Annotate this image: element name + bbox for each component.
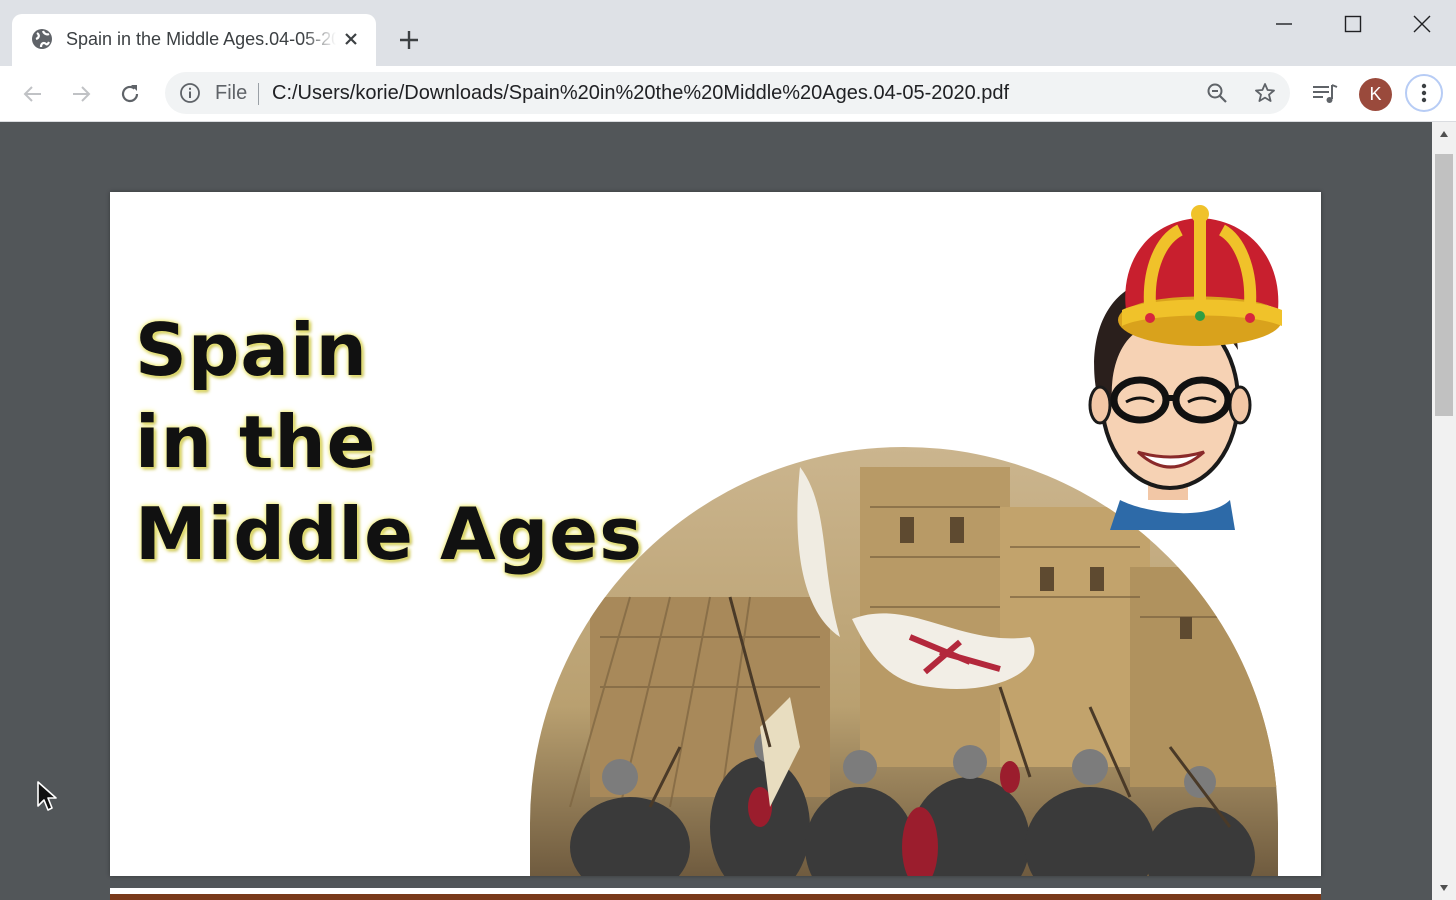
back-button[interactable] [17, 78, 49, 110]
media-control-icon[interactable] [1310, 79, 1340, 109]
profile-avatar[interactable]: K [1359, 78, 1392, 111]
url-text[interactable]: C:/Users/korie/Downloads/Spain%20in%20th… [272, 82, 1009, 104]
maximize-icon [1344, 15, 1362, 33]
window-close-button[interactable] [1406, 8, 1438, 40]
scroll-up-arrow-icon[interactable] [1432, 122, 1456, 146]
window-close-icon [1413, 15, 1431, 33]
zoom-icon[interactable] [1205, 81, 1229, 105]
crowned-avatar-illustration [1088, 205, 1282, 530]
star-icon[interactable] [1253, 81, 1277, 105]
globe-icon [31, 28, 53, 50]
forward-button[interactable] [65, 78, 97, 110]
scrollbar-thumb[interactable] [1435, 154, 1453, 416]
plus-icon [400, 31, 418, 49]
pdf-page-2 [110, 888, 1321, 900]
info-icon[interactable] [179, 82, 201, 104]
pdf-viewer[interactable]: Spain in the Middle Ages [0, 122, 1432, 900]
tab-active[interactable]: Spain in the Middle Ages.04-05-2020.pdf [12, 14, 376, 66]
slide-title-line-1: Spain [135, 308, 368, 392]
tab-strip: Spain in the Middle Ages.04-05-2020.pdf [0, 0, 1456, 66]
close-icon[interactable] [340, 28, 362, 50]
browser-toolbar: File C:/Users/korie/Downloads/Spain%20in… [0, 66, 1456, 122]
maximize-button[interactable] [1337, 8, 1369, 40]
kebab-menu-icon[interactable] [1405, 74, 1443, 112]
url-scheme: File [215, 82, 248, 104]
pdf-page-1: Spain in the Middle Ages [110, 192, 1321, 876]
new-tab-button[interactable] [396, 27, 422, 53]
tab-title: Spain in the Middle Ages.04-05-2020.pdf [66, 29, 336, 49]
back-arrow-icon [23, 86, 41, 102]
mouse-cursor-icon [37, 781, 57, 811]
address-bar[interactable]: File C:/Users/korie/Downloads/Spain%20in… [165, 72, 1290, 114]
scheme-separator [258, 83, 259, 105]
minimize-icon [1276, 23, 1292, 25]
slide-title-line-2: in the [135, 400, 377, 484]
vertical-scrollbar[interactable] [1432, 122, 1456, 900]
minimize-button[interactable] [1268, 8, 1300, 40]
reload-icon [121, 85, 139, 103]
reload-button[interactable] [114, 78, 146, 110]
scroll-down-arrow-icon[interactable] [1432, 876, 1456, 900]
forward-arrow-icon [73, 86, 91, 102]
page-2-accent-band [110, 894, 1321, 900]
